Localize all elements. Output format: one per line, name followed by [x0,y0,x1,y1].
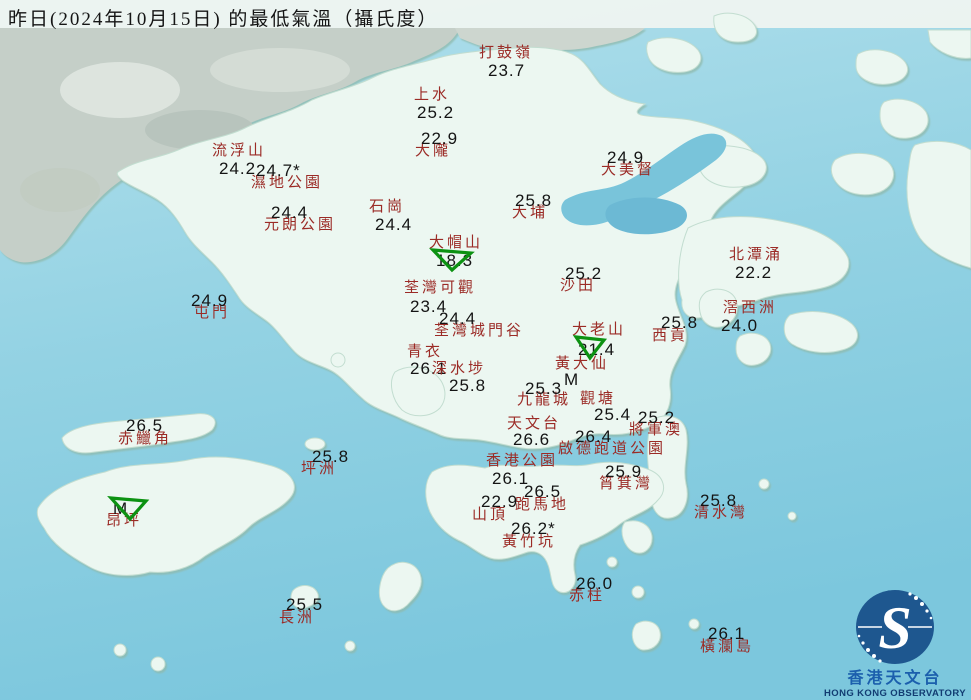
station-label: 深水埗 [432,361,487,377]
station-value: 25.9 [605,462,643,481]
station-label: 石崗 [369,199,406,215]
station-value: 26.5 [524,482,562,501]
station-value: 24.7* [256,161,301,180]
station-value: 18.3 [436,251,474,270]
station-label: 青衣 [407,344,444,360]
map: S 香港天文台 HONG KONG OBSERVATORY 昨日(2024年10… [0,0,971,700]
station-value: 26.5 [126,416,164,435]
station-value: 22.9 [481,492,519,511]
station-value: 24.4 [271,203,309,222]
station-value: 25.8 [700,491,738,510]
missing-data-m: M [564,370,580,389]
station-label: 滘西洲 [723,300,778,316]
station-value: 26.6 [513,430,551,449]
station-value: 24.4 [375,215,413,234]
station-label: 流浮山 [212,143,267,159]
station-value: 25.2 [638,408,676,427]
station-label: 大帽山 [429,235,484,251]
station-label: 香港公園 [486,453,559,469]
station-value: 25.8 [661,313,699,332]
station-value: 24.4 [439,309,477,328]
station-value: 22.9 [421,129,459,148]
station-value: 25.8 [312,447,350,466]
station-value: 25.2 [565,264,603,283]
station-label: 上水 [414,87,451,103]
station-value: 26.0 [576,574,614,593]
station-value: 26.1 [708,624,746,643]
station-value: 26.4 [575,427,613,446]
station-value: 25.3 [525,379,563,398]
station-value: 25.8 [449,376,487,395]
station-label: 北潭涌 [729,247,784,263]
station-value: 25.8 [515,191,553,210]
station-value: 25.4 [594,405,632,424]
station-label: 大老山 [572,322,627,338]
station-value: 24.9 [607,148,645,167]
missing-data-m: M [113,499,129,518]
station-label: 荃灣可觀 [404,280,477,296]
station-value: 24.0 [721,316,759,335]
stations-layer: 打鼓嶺 23.7 上水 25.2 大隴 22.9 流浮山 24.2 濕地公園 24.7* 大美督 24… [0,0,971,700]
station-value: 24.9 [191,291,229,310]
station-value: 23.7 [488,61,526,80]
station-value: 25.2 [417,103,455,122]
station-value: 22.2 [735,263,773,282]
station-value: 25.5 [286,595,324,614]
station-label: 打鼓嶺 [479,45,534,61]
station-value: 26.2* [511,519,556,538]
